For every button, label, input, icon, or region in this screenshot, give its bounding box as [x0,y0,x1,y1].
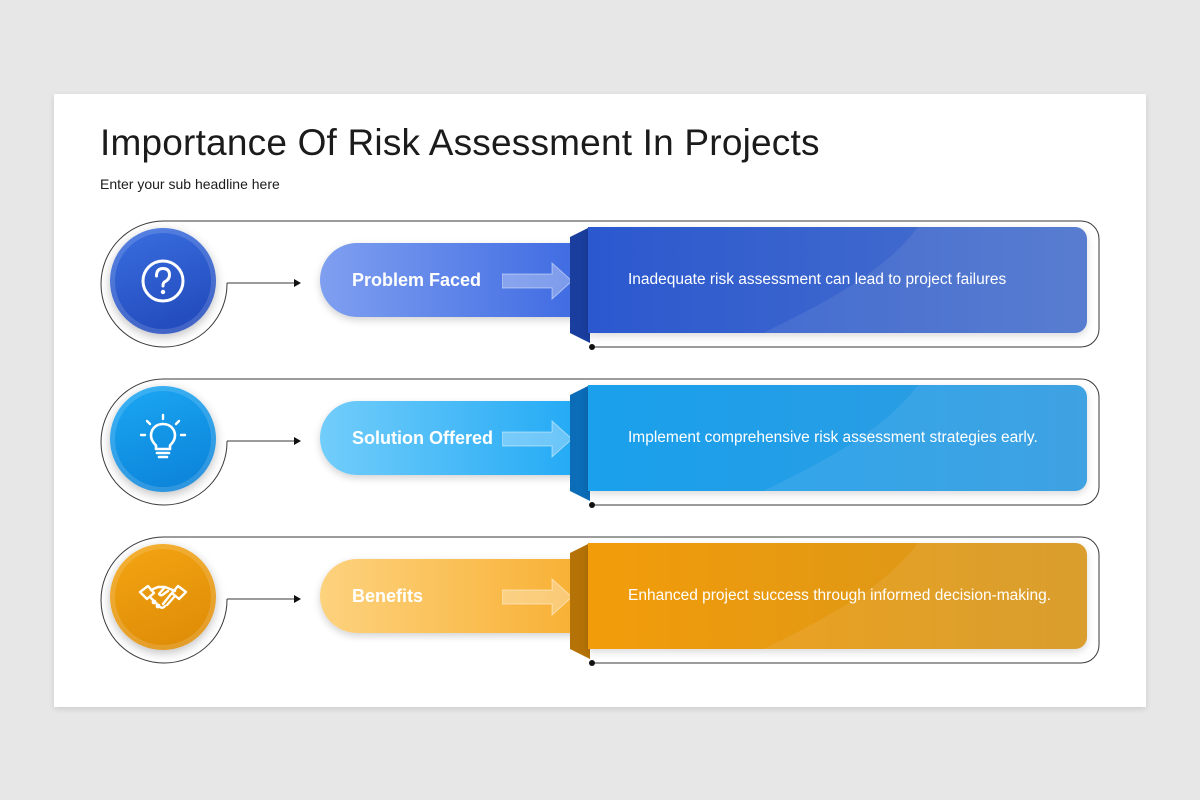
slide-title: Importance Of Risk Assessment In Project… [100,122,820,163]
description-box: Enhanced project success through informe… [588,543,1087,649]
icon-circle [110,386,216,492]
fold-shadow [570,385,590,501]
right-arrow-icon [502,577,573,617]
slide: Importance Of Risk Assessment In Project… [54,94,1146,707]
description-box: Implement comprehensive risk assessment … [588,385,1087,491]
row-label: Solution Offered [352,427,493,448]
row-description: Inadequate risk assessment can lead to p… [628,271,1007,288]
description-box: Inadequate risk assessment can lead to p… [588,227,1087,333]
handshake-icon [138,584,188,609]
question-icon [141,259,185,303]
lightbulb-icon [139,413,187,459]
row-label: Benefits [352,585,424,606]
row-label: Problem Faced [352,269,482,290]
right-arrow-icon [502,261,573,301]
fold-shadow [570,227,590,343]
diagram-row-benefits: Benefits Enhanced project success throug… [54,533,1146,666]
fold-shadow [570,543,590,659]
diagram-row-problem: Problem Faced Inadequate risk assessment… [54,217,1146,350]
right-arrow-icon [502,419,573,459]
row-description: Enhanced project success through informe… [628,587,1052,604]
slide-subtitle: Enter your sub headline here [100,176,280,192]
diagram-row-solution: Solution Offered Implement comprehensive… [54,375,1146,508]
icon-circle [110,544,216,650]
icon-circle [110,228,216,334]
row-description: Implement comprehensive risk assessment … [628,429,1038,446]
